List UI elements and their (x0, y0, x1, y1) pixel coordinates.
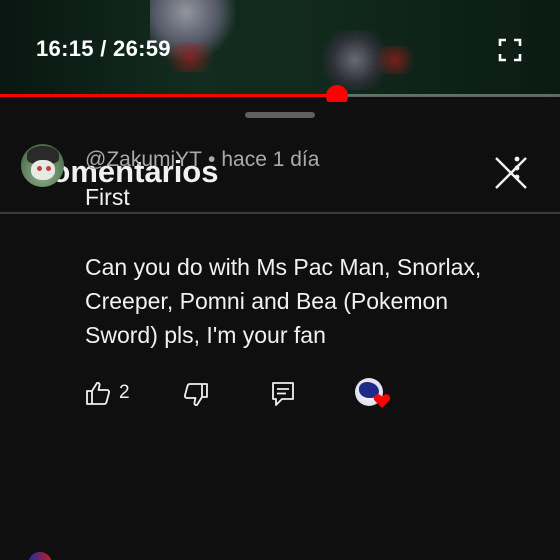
thumb-down-icon[interactable] (183, 382, 209, 408)
heart-icon (373, 394, 391, 408)
reply-icon[interactable] (271, 381, 295, 407)
comment-line: First (85, 184, 130, 210)
thumb-up-icon[interactable] (85, 380, 111, 406)
comment-actions: 2 (0, 378, 560, 412)
time-display: 16:15 / 26:59 (36, 36, 171, 62)
comment-line: Can you do with Ms Pac Man, Snorlax, Cre… (85, 254, 482, 348)
comment-time: hace 1 día (221, 148, 320, 171)
video-player[interactable]: 16:15 / 26:59 (0, 0, 560, 96)
duration: 26:59 (113, 36, 171, 61)
drag-handle[interactable] (245, 112, 315, 118)
current-time: 16:15 (36, 36, 94, 61)
avatar[interactable] (21, 144, 64, 187)
fullscreen-icon[interactable] (498, 38, 522, 62)
comment-body: First Can you do with Ms Pac Man, Snorla… (85, 180, 505, 352)
more-vert-icon[interactable] (507, 155, 527, 181)
like-count: 2 (119, 382, 130, 403)
progress-fill (0, 94, 338, 97)
meta-separator: • (208, 148, 216, 171)
comment-author[interactable]: @ZakumiYT (85, 148, 202, 171)
comment-meta: @ZakumiYT • hace 1 día (85, 148, 319, 172)
time-separator: / (93, 36, 114, 61)
